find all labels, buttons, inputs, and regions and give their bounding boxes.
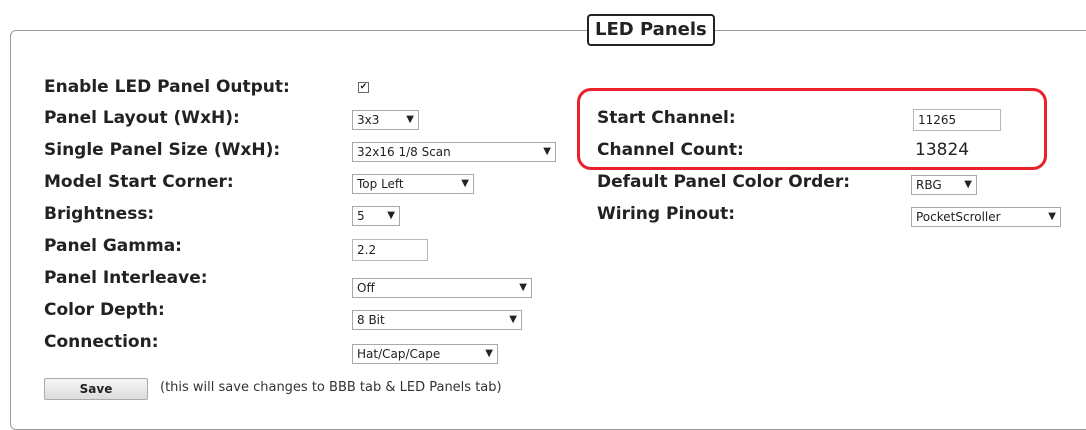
panel-interleave-value: Off — [357, 281, 375, 295]
model-start-corner-value: Top Left — [357, 177, 404, 191]
start-channel-label: Start Channel: — [597, 108, 736, 128]
brightness-label: Brightness: — [44, 204, 155, 224]
section-title: LED Panels — [587, 14, 715, 46]
color-order-label: Default Panel Color Order: — [597, 172, 851, 192]
single-panel-size-label: Single Panel Size (WxH): — [44, 140, 281, 160]
panel-interleave-label: Panel Interleave: — [44, 268, 208, 288]
save-note: (this will save changes to BBB tab & LED… — [160, 380, 502, 395]
color-depth-select[interactable]: 8 Bit ▼ — [352, 310, 522, 330]
wiring-pinout-select[interactable]: PocketScroller ▼ — [911, 207, 1061, 227]
connection-label: Connection: — [44, 332, 159, 352]
chevron-down-icon: ▼ — [461, 178, 469, 189]
chevron-down-icon: ▼ — [964, 179, 972, 190]
color-depth-value: 8 Bit — [357, 313, 385, 327]
chevron-down-icon: ▼ — [509, 314, 517, 325]
enable-output-label: Enable LED Panel Output: — [44, 77, 290, 97]
single-panel-size-select[interactable]: 32x16 1/8 Scan ▼ — [352, 142, 556, 162]
wiring-pinout-value: PocketScroller — [916, 210, 1001, 224]
panel-layout-value: 3x3 — [357, 113, 380, 127]
color-order-select[interactable]: RBG ▼ — [911, 175, 977, 195]
channel-count-label: Channel Count: — [597, 140, 744, 160]
chevron-down-icon: ▼ — [485, 348, 493, 359]
wiring-pinout-label: Wiring Pinout: — [597, 204, 736, 224]
save-button[interactable]: Save — [44, 378, 148, 400]
chevron-down-icon: ▼ — [1048, 211, 1056, 222]
color-order-value: RBG — [916, 178, 942, 192]
enable-output-checkbox[interactable]: ✔ — [358, 82, 369, 93]
brightness-value: 5 — [357, 209, 365, 223]
panel-layout-select[interactable]: 3x3 ▼ — [352, 110, 419, 130]
panel-interleave-select[interactable]: Off ▼ — [352, 278, 532, 298]
start-channel-input[interactable]: 11265 — [913, 109, 1001, 131]
model-start-corner-select[interactable]: Top Left ▼ — [352, 174, 474, 194]
brightness-select[interactable]: 5 ▼ — [352, 206, 400, 226]
color-depth-label: Color Depth: — [44, 300, 165, 320]
connection-value: Hat/Cap/Cape — [357, 347, 441, 361]
channel-count-value: 13824 — [915, 140, 970, 160]
panel-layout-label: Panel Layout (WxH): — [44, 108, 240, 128]
model-start-corner-label: Model Start Corner: — [44, 172, 234, 192]
connection-select[interactable]: Hat/Cap/Cape ▼ — [352, 344, 498, 364]
chevron-down-icon: ▼ — [519, 282, 527, 293]
chevron-down-icon: ▼ — [387, 210, 395, 221]
chevron-down-icon: ▼ — [406, 114, 414, 125]
panel-gamma-input[interactable]: 2.2 — [352, 239, 428, 261]
chevron-down-icon: ▼ — [543, 146, 551, 157]
single-panel-size-value: 32x16 1/8 Scan — [357, 145, 451, 159]
panel-gamma-label: Panel Gamma: — [44, 236, 182, 256]
